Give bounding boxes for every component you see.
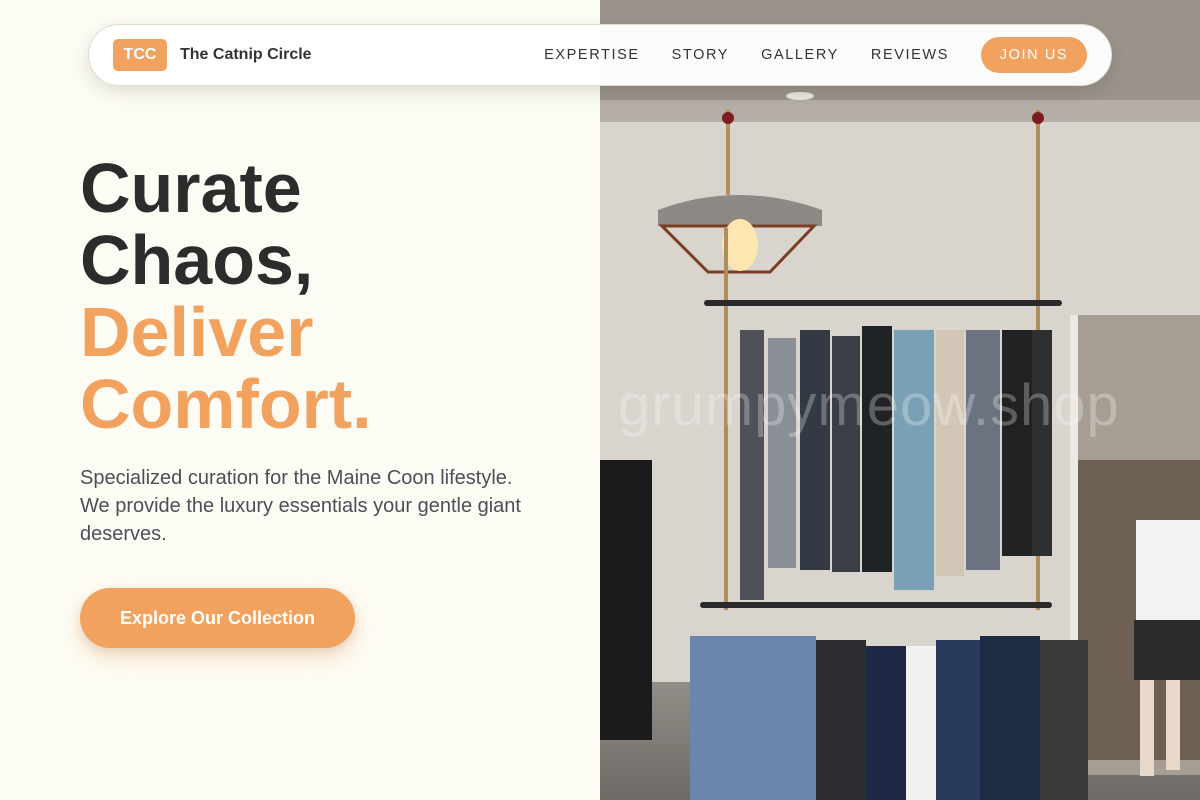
brand-name[interactable]: The Catnip Circle [180, 46, 312, 64]
nav-link-expertise[interactable]: EXPERTISE [544, 47, 640, 63]
headline-accent-line-1: Deliver [80, 293, 314, 371]
headline-accent-line-2: Comfort. [80, 365, 372, 443]
top-navigation: TCC The Catnip Circle EXPERTISE STORY GA… [88, 24, 1112, 86]
nav-links: EXPERTISE STORY GALLERY REVIEWS JOIN US [544, 37, 1087, 73]
nav-link-reviews[interactable]: REVIEWS [871, 47, 949, 63]
hero-headline: Curate Chaos, Deliver Comfort. [80, 152, 372, 440]
hero-image: grumpymeow.shop [600, 0, 1200, 800]
headline-line-2: Chaos, [80, 221, 314, 299]
headline-line-1: Curate [80, 149, 302, 227]
hero-subtitle: Specialized curation for the Maine Coon … [80, 467, 521, 545]
image-watermark: grumpymeow.shop [618, 373, 1120, 438]
logo-badge[interactable]: TCC [113, 39, 167, 71]
nav-link-story[interactable]: STORY [672, 47, 729, 63]
nav-link-gallery[interactable]: GALLERY [761, 47, 839, 63]
explore-collection-button[interactable]: Explore Our Collection [80, 588, 355, 648]
join-us-button[interactable]: JOIN US [981, 37, 1087, 73]
